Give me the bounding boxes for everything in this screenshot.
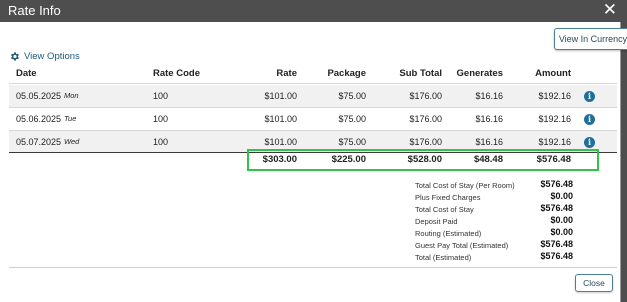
column-header-date[interactable]: Date <box>16 68 37 79</box>
summary-value: $576.48 <box>540 179 573 189</box>
row-rate-code: 100 <box>153 91 169 101</box>
summary-value: $0.00 <box>550 227 573 237</box>
cost-summary: Total Cost of Stay (Per Room) $576.48 Pl… <box>415 179 573 263</box>
summary-label: Plus Fixed Charges <box>415 193 481 202</box>
row-rate-code: 100 <box>153 114 169 124</box>
column-header-generates[interactable]: Generates <box>457 68 503 79</box>
row-package: $75.00 <box>338 91 366 101</box>
row-date: 05.06.2025 <box>16 114 62 124</box>
summary-label: Total (Estimated) <box>415 253 472 262</box>
row-sub-total: $176.00 <box>409 137 442 147</box>
window-edge <box>621 22 627 302</box>
summary-value: $0.00 <box>550 215 573 225</box>
row-package: $75.00 <box>338 137 366 147</box>
row-package: $75.00 <box>338 114 366 124</box>
total-generates: $48.48 <box>473 154 503 165</box>
total-package: $225.00 <box>331 154 366 165</box>
totals-row: $303.00 $225.00 $528.00 $48.48 $576.48 <box>9 154 617 168</box>
view-options-label: View Options <box>24 51 80 62</box>
window-edge-line <box>620 22 621 302</box>
column-header-rate-code[interactable]: Rate Code <box>153 68 200 79</box>
row-rate-code: 100 <box>153 137 169 147</box>
row-sub-total: $176.00 <box>409 114 442 124</box>
row-day: Tue <box>64 114 77 123</box>
table-header: Date Rate Code Rate Package Sub Total Ge… <box>9 68 617 82</box>
summary-value: $576.48 <box>540 239 573 249</box>
row-day: Mon <box>64 91 79 100</box>
column-header-package[interactable]: Package <box>327 68 366 79</box>
header-divider <box>9 83 617 84</box>
table-row[interactable]: 05.06.2025 Tue 100 $101.00 $75.00 $176.0… <box>9 108 617 130</box>
dialog-titlebar: Rate Info ✕ <box>0 0 627 22</box>
summary-row: Total (Estimated) $576.48 <box>415 251 573 263</box>
summary-row: Deposit Paid $0.00 <box>415 215 573 227</box>
row-rate: $101.00 <box>264 137 297 147</box>
column-header-sub-total[interactable]: Sub Total <box>399 68 442 79</box>
close-icon[interactable]: ✕ <box>603 1 617 19</box>
row-rate: $101.00 <box>264 91 297 101</box>
column-header-amount[interactable]: Amount <box>535 68 571 79</box>
row-date: 05.05.2025 <box>16 91 62 101</box>
info-icon[interactable]: i <box>584 91 595 102</box>
summary-value: $576.48 <box>540 203 573 213</box>
close-button[interactable]: Close <box>575 274 613 292</box>
summary-label: Guest Pay Total (Estimated) <box>415 241 509 250</box>
summary-row: Routing (Estimated) $0.00 <box>415 227 573 239</box>
summary-label: Deposit Paid <box>415 217 458 226</box>
footer-divider <box>9 267 617 268</box>
row-amount: $192.16 <box>538 137 571 147</box>
row-amount: $192.16 <box>538 91 571 101</box>
row-sub-total: $176.00 <box>409 91 442 101</box>
summary-value: $576.48 <box>540 251 573 261</box>
summary-row: Total Cost of Stay (Per Room) $576.48 <box>415 179 573 191</box>
summary-label: Total Cost of Stay <box>415 205 474 214</box>
row-date: 05.07.2025 <box>16 137 62 147</box>
dialog-title: Rate Info <box>8 3 61 18</box>
total-sub-total: $528.00 <box>407 154 442 165</box>
row-amount: $192.16 <box>538 114 571 124</box>
table-row[interactable]: 05.05.2025 Mon 100 $101.00 $75.00 $176.0… <box>9 85 617 107</box>
gear-icon <box>11 52 19 61</box>
row-day: Wed <box>64 137 80 146</box>
summary-value: $0.00 <box>550 191 573 201</box>
summary-label: Routing (Estimated) <box>415 229 482 238</box>
column-header-rate[interactable]: Rate <box>276 68 297 79</box>
row-generates: $16.16 <box>475 91 503 101</box>
view-options-link[interactable]: View Options <box>9 51 80 62</box>
summary-row: Guest Pay Total (Estimated) $576.48 <box>415 239 573 251</box>
info-icon[interactable]: i <box>584 137 595 148</box>
total-rate: $303.00 <box>262 154 297 165</box>
summary-row: Total Cost of Stay $576.48 <box>415 203 573 215</box>
row-rate: $101.00 <box>264 114 297 124</box>
summary-row: Plus Fixed Charges $0.00 <box>415 191 573 203</box>
view-in-currency-button[interactable]: View In Currency <box>554 28 627 50</box>
info-icon[interactable]: i <box>584 114 595 125</box>
row-generates: $16.16 <box>475 137 503 147</box>
summary-label: Total Cost of Stay (Per Room) <box>415 181 515 190</box>
row-generates: $16.16 <box>475 114 503 124</box>
total-amount: $576.48 <box>536 154 571 165</box>
